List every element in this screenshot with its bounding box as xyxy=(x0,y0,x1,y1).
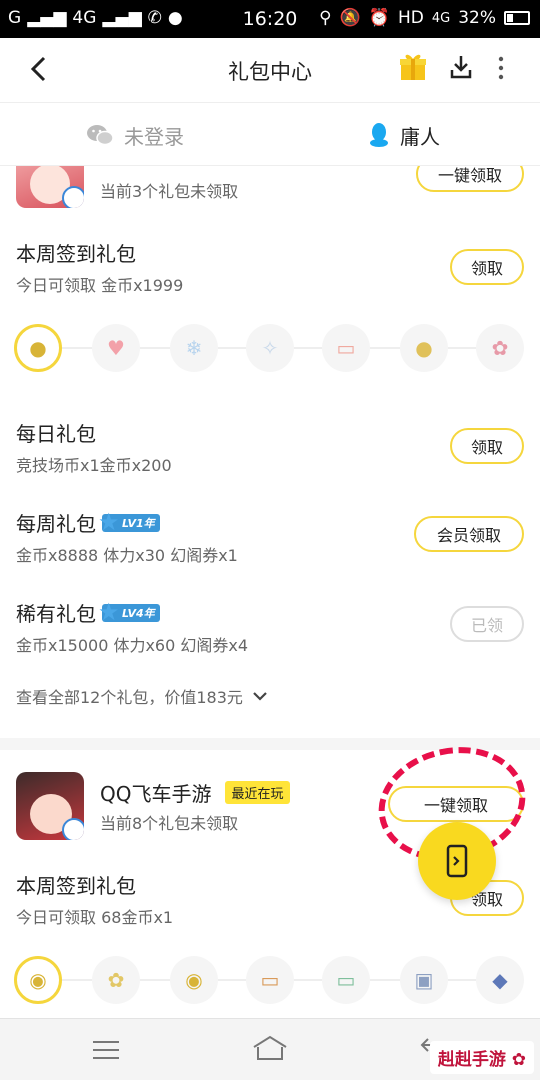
book-icon[interactable]: ◆ xyxy=(476,956,524,1004)
star-icon: ★ xyxy=(98,597,120,626)
game-subtitle: 当前3个礼包未领取 xyxy=(100,182,239,201)
gift-desc: 金币x15000 体力x60 幻阁券x4 xyxy=(16,636,249,655)
game-icon[interactable] xyxy=(16,166,84,208)
tab-wechat-label: 未登录 xyxy=(124,124,184,149)
weekly-signin-desc: 今日可领取 68金币x1 xyxy=(16,908,174,927)
home-icon[interactable] xyxy=(252,1035,288,1061)
weekly-signin-title: 本周签到礼包 xyxy=(16,242,136,266)
gift-title: 每周礼包 ★ LV1年 xyxy=(16,508,160,537)
game-icon-qq-speed[interactable] xyxy=(16,772,84,840)
gift-icon[interactable] xyxy=(398,52,428,82)
status-bar: G ▂▄▆ 4G ▂▄▆ ✆ ● 16:20 ⚲ 🔕 ⏰ HD 4G 32% xyxy=(0,0,540,38)
heart-icon[interactable]: ♥ xyxy=(92,324,140,372)
coin-pile-icon[interactable]: ◉ xyxy=(14,956,62,1004)
gift-title: 稀有礼包 ★ LV4年 xyxy=(16,598,160,627)
weekly-signin-button[interactable]: 领取 xyxy=(450,249,524,285)
coin-icon[interactable]: ● xyxy=(14,324,62,372)
tab-qq-label: 庸人 xyxy=(400,124,440,149)
download-icon[interactable] xyxy=(450,54,472,80)
app-header: 礼包中心 xyxy=(0,38,540,102)
qq-icon xyxy=(370,123,388,147)
system-navigation-bar: 赳赳手游 ✿ xyxy=(0,1018,540,1080)
mute-icon: 🔕 xyxy=(339,8,361,28)
weekly-signin-title: 本周签到礼包 xyxy=(16,874,136,898)
battery-icon xyxy=(504,11,530,25)
coin-icon-2[interactable]: ● xyxy=(400,324,448,372)
account-tabs: 未登录 庸人 xyxy=(0,102,540,166)
star-icon: ★ xyxy=(98,507,120,536)
location-icon: ⚲ xyxy=(319,8,332,28)
network-label-2: 4G xyxy=(431,10,451,26)
tencent-badge-icon xyxy=(62,818,84,840)
ticket-icon[interactable]: ▭ xyxy=(246,956,294,1004)
ticket-icon[interactable]: ▭ xyxy=(322,324,370,372)
ice-icon[interactable]: ❄ xyxy=(170,324,218,372)
vip-level-badge: ★ LV4年 xyxy=(98,598,160,626)
game-name: QQ飞车手游 xyxy=(100,782,212,806)
chevron-down-icon xyxy=(253,692,267,701)
gift-desc: 竞技场币x1金币x200 xyxy=(16,456,172,475)
menu-icon[interactable] xyxy=(92,1039,120,1061)
tab-qq[interactable]: 庸人 xyxy=(368,103,440,167)
card-icon[interactable]: ▭ xyxy=(322,956,370,1004)
lips-icon[interactable]: ✿ xyxy=(476,324,524,372)
game-subtitle: 当前8个礼包未领取 xyxy=(100,814,239,833)
claim-button[interactable]: 领取 xyxy=(450,428,524,464)
watermark-logo: 赳赳手游 ✿ xyxy=(429,1041,534,1074)
chest-icon[interactable]: ▣ xyxy=(400,956,448,1004)
gift-title-text: 稀有礼包 xyxy=(16,602,96,626)
tab-wechat[interactable]: 未登录 xyxy=(86,103,184,167)
view-all-link[interactable]: 查看全部12个礼包，价值183元 xyxy=(16,684,269,708)
weekly-signin-desc: 今日可领取 金币x1999 xyxy=(16,276,184,295)
more-options-icon[interactable] xyxy=(497,56,505,80)
floating-action-button[interactable] xyxy=(418,822,496,900)
member-claim-button[interactable]: 会员领取 xyxy=(414,516,524,552)
coin-pile-icon-2[interactable]: ◉ xyxy=(170,956,218,1004)
gift-title: 每日礼包 xyxy=(16,422,96,446)
signin-timeline: ◉ ✿ ◉ ▭ ▭ ▣ ◆ xyxy=(0,954,540,1006)
flower-icon[interactable]: ✿ xyxy=(92,956,140,1004)
phone-switch-icon xyxy=(446,844,468,878)
game-title: QQ飞车手游 最近在玩 xyxy=(100,778,290,807)
signin-timeline: ● ♥ ❄ ✧ ▭ ● ✿ xyxy=(0,322,540,374)
hd-label: HD xyxy=(397,8,424,28)
wechat-icon xyxy=(87,125,114,146)
claim-all-button[interactable]: 一键领取 xyxy=(416,166,524,192)
feather-icon[interactable]: ✧ xyxy=(246,324,294,372)
battery-label: 32% xyxy=(458,8,496,28)
recent-play-tag: 最近在玩 xyxy=(225,781,290,804)
gift-title-text: 每周礼包 xyxy=(16,512,96,536)
gift-desc: 金币x8888 体力x30 幻阁券x1 xyxy=(16,546,238,565)
alarm-icon: ⏰ xyxy=(368,8,390,28)
vip-level-badge: ★ LV1年 xyxy=(98,508,160,536)
claimed-button: 已领 xyxy=(450,606,524,642)
tencent-badge-icon xyxy=(62,186,84,208)
